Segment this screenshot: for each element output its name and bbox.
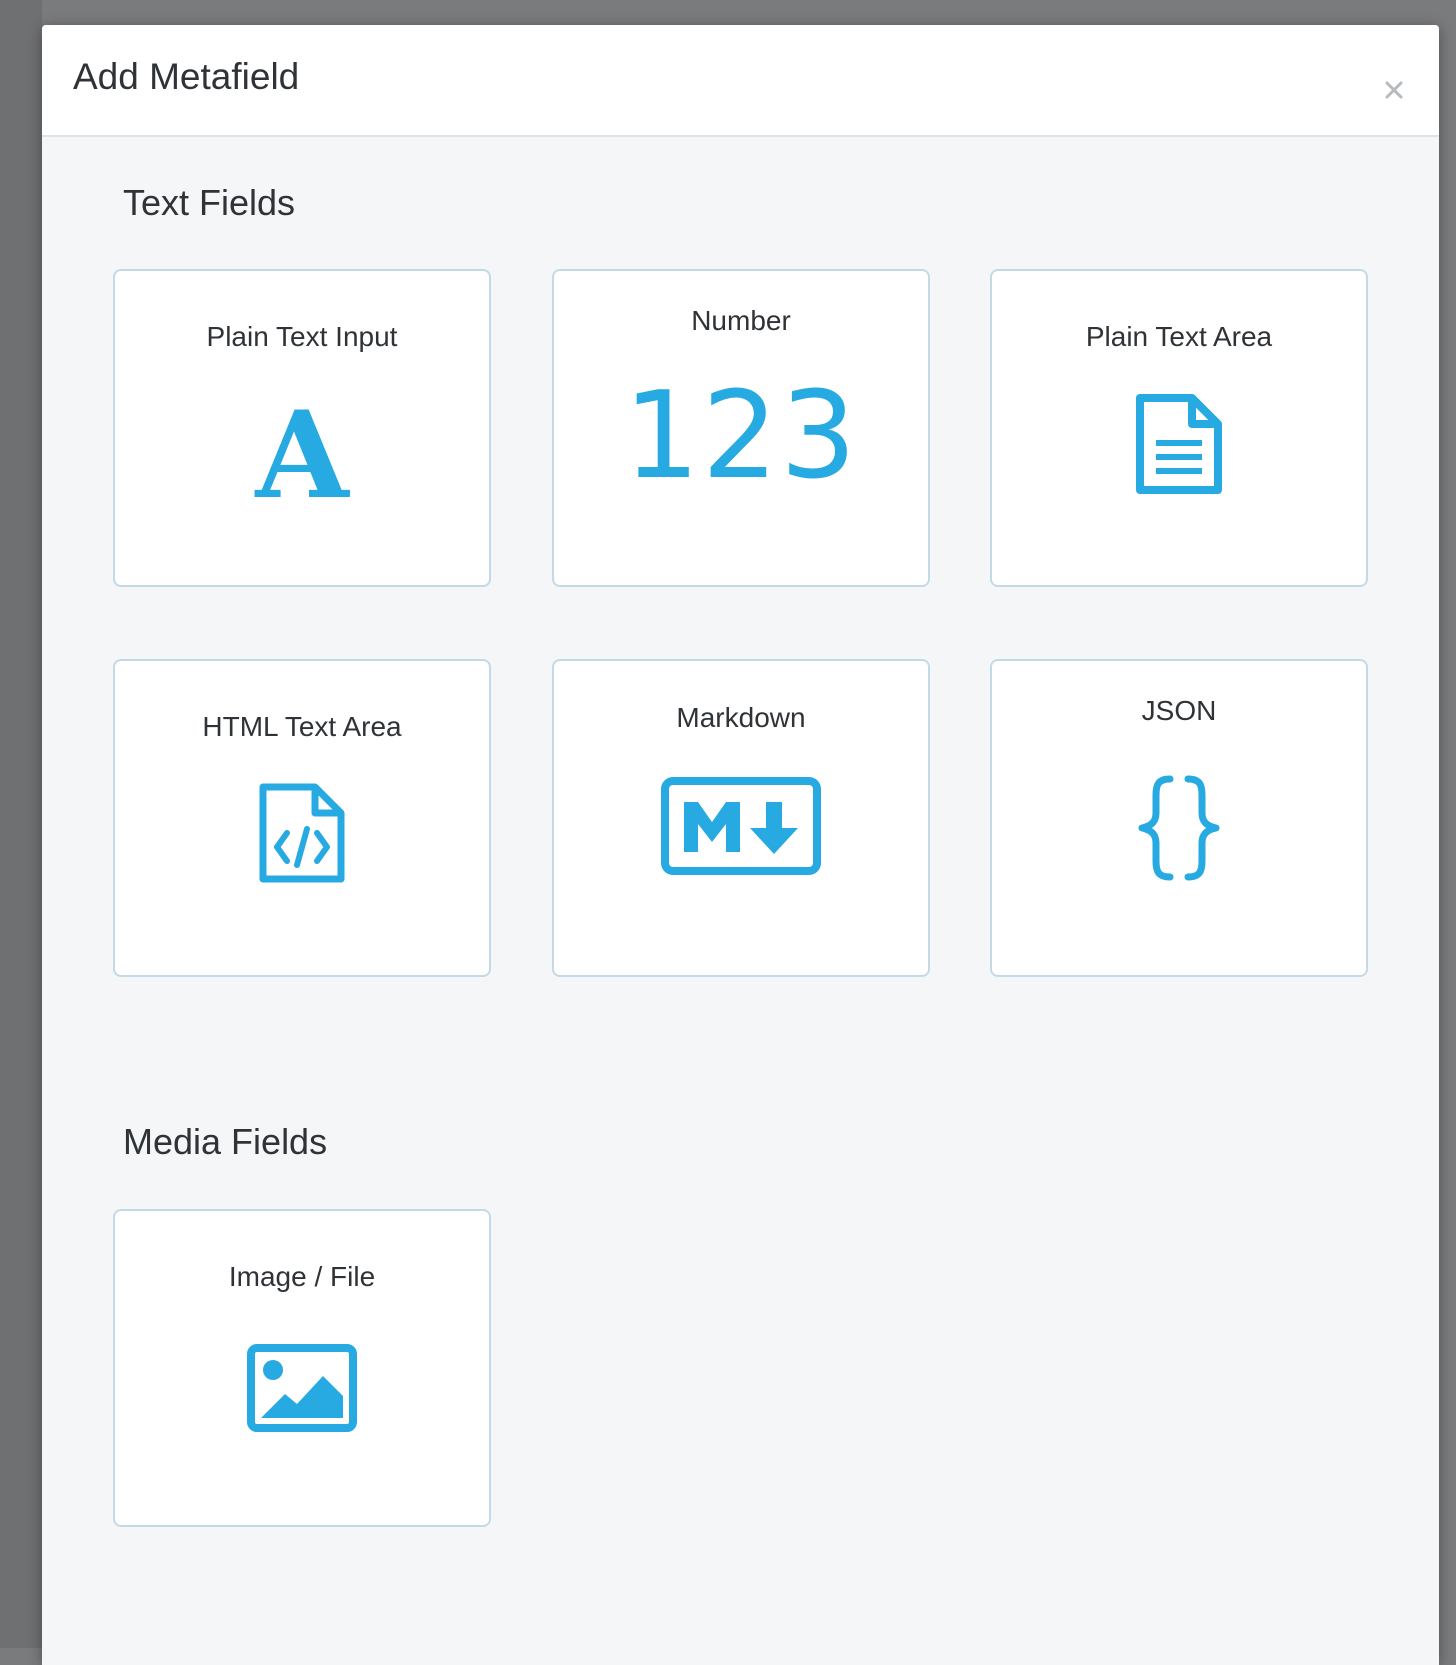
card-label: Number xyxy=(691,305,791,336)
modal-header: Add Metafield xyxy=(42,25,1439,137)
add-metafield-modal: Add Metafield Text Fields Plain Text Inp… xyxy=(42,25,1439,1665)
document-icon xyxy=(1136,394,1222,494)
card-label: Plain Text Input xyxy=(206,321,398,352)
json-card[interactable]: JSON xyxy=(990,659,1368,977)
html-text-area-card[interactable]: HTML Text Area xyxy=(113,659,491,977)
number-123-icon: 123 xyxy=(623,367,859,506)
markdown-icon xyxy=(661,777,821,875)
card-label: HTML Text Area xyxy=(202,711,402,742)
close-button[interactable] xyxy=(1379,75,1409,105)
modal-title: Add Metafield xyxy=(73,56,300,97)
number-card[interactable]: Number 123 xyxy=(552,269,930,587)
close-icon xyxy=(1385,81,1403,99)
plain-text-area-card[interactable]: Plain Text Area xyxy=(990,269,1368,587)
image-file-card[interactable]: Image / File xyxy=(113,1209,491,1527)
page-backdrop xyxy=(0,0,42,1648)
card-label: Plain Text Area xyxy=(1085,321,1273,352)
media-fields-heading: Media Fields xyxy=(123,1121,328,1162)
curly-braces-icon xyxy=(1138,775,1220,881)
image-icon xyxy=(247,1344,357,1432)
card-label: Markdown xyxy=(676,702,806,733)
markdown-card[interactable]: Markdown xyxy=(552,659,930,977)
plain-text-input-card[interactable]: Plain Text Input A xyxy=(113,269,491,587)
text-fields-heading: Text Fields xyxy=(123,182,296,223)
letter-a-icon: A xyxy=(255,385,349,526)
code-file-icon xyxy=(259,783,345,883)
card-label: JSON xyxy=(1141,695,1217,726)
card-label: Image / File xyxy=(228,1261,376,1292)
